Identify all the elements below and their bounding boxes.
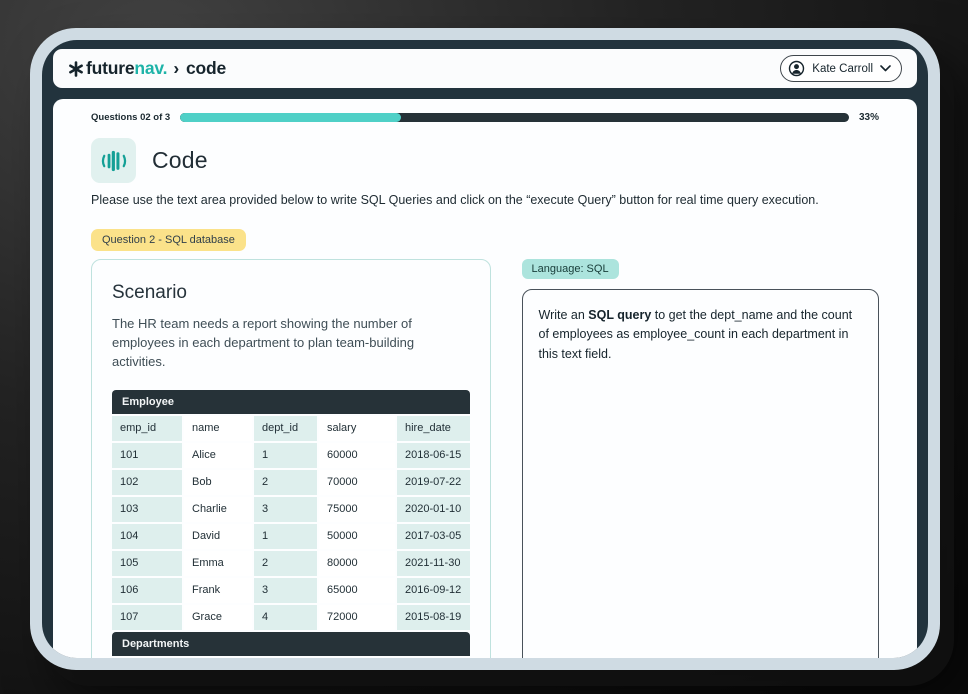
table-row-cell: David xyxy=(184,524,252,549)
table-row-cell: 101 xyxy=(112,443,182,468)
table-row-cell: 104 xyxy=(112,524,182,549)
table-row-cell: 106 xyxy=(112,578,182,603)
table-row-cell: 2016-09-12 xyxy=(397,578,470,603)
table-title: Employee xyxy=(112,390,470,414)
table-row-cell: 1 xyxy=(254,524,317,549)
user-name: Kate Carroll xyxy=(812,63,873,75)
departments-table: Departmentsdept_iddept_name1HR xyxy=(112,632,470,658)
table-header-cell: hire_date xyxy=(397,416,470,441)
asterisk-logo-icon xyxy=(68,61,84,77)
editor-prompt-prefix: Write an xyxy=(539,308,589,322)
table-row-cell: 2017-03-05 xyxy=(397,524,470,549)
sql-query-textarea[interactable]: Write an SQL query to get the dept_name … xyxy=(522,289,880,658)
two-column-layout: Scenario The HR team needs a report show… xyxy=(91,259,879,658)
table-header-cell: name xyxy=(184,416,252,441)
editor-column: Language: SQL Write an SQL query to get … xyxy=(522,259,880,658)
table-header-cell: emp_id xyxy=(112,416,182,441)
table-row-cell: 72000 xyxy=(319,605,395,630)
table-row-cell: 2015-08-19 xyxy=(397,605,470,630)
table-row-cell: Grace xyxy=(184,605,252,630)
table-row-cell: 2018-06-15 xyxy=(397,443,470,468)
table-row-cell: Emma xyxy=(184,551,252,576)
table-title: Departments xyxy=(112,632,470,656)
content-panel: Questions 02 of 3 33% xyxy=(53,99,917,658)
table-row-cell: 80000 xyxy=(319,551,395,576)
instruction-text: Please use the text area provided below … xyxy=(91,193,879,207)
table-row-cell: Frank xyxy=(184,578,252,603)
brand-accent: nav. xyxy=(134,58,167,79)
table-header-cell: salary xyxy=(319,416,395,441)
language-badge: Language: SQL xyxy=(522,259,619,279)
employee-table: Employeeemp_idnamedept_idsalaryhire_date… xyxy=(112,390,470,630)
app-screen: futurenav. › code Kate Carroll Quest xyxy=(42,40,928,658)
table-row-cell: 103 xyxy=(112,497,182,522)
progress-percent: 33% xyxy=(859,112,879,123)
table-row-cell: 3 xyxy=(254,497,317,522)
table-row-cell: 60000 xyxy=(319,443,395,468)
table-row-cell: 102 xyxy=(112,470,182,495)
editor-prompt-bold: SQL query xyxy=(588,308,651,322)
table-row-cell: 105 xyxy=(112,551,182,576)
table-row-cell: 65000 xyxy=(319,578,395,603)
progress-bar-fill xyxy=(180,113,401,122)
progress-label: Questions 02 of 3 xyxy=(91,112,170,123)
brand-product: code xyxy=(186,58,226,79)
code-globe-icon xyxy=(91,138,136,183)
table-row-cell: Alice xyxy=(184,443,252,468)
scenario-card: Scenario The HR team needs a report show… xyxy=(91,259,491,658)
brand-prefix: future xyxy=(86,58,134,79)
device-frame: futurenav. › code Kate Carroll Quest xyxy=(30,28,940,670)
table-row-cell: 107 xyxy=(112,605,182,630)
table-row-cell: 2021-11-30 xyxy=(397,551,470,576)
table-row-cell: 2019-07-22 xyxy=(397,470,470,495)
chevron-down-icon xyxy=(880,65,891,72)
table-row-cell: 2 xyxy=(254,470,317,495)
table-row-cell: 3 xyxy=(254,578,317,603)
table-row-cell: 4 xyxy=(254,605,317,630)
user-menu-button[interactable]: Kate Carroll xyxy=(780,55,902,82)
scenario-title: Scenario xyxy=(112,282,470,304)
top-bar: futurenav. › code Kate Carroll xyxy=(53,49,917,88)
table-row-cell: 50000 xyxy=(319,524,395,549)
table-row-cell: Bob xyxy=(184,470,252,495)
progress-section: Questions 02 of 3 33% xyxy=(91,112,879,123)
table-row-cell: 2 xyxy=(254,551,317,576)
table-grid: emp_idnamedept_idsalaryhire_date 101Alice… xyxy=(112,416,470,630)
table-row-cell: Charlie xyxy=(184,497,252,522)
table-row-cell: 1 xyxy=(254,443,317,468)
table-header-cell: dept_id xyxy=(254,416,317,441)
question-badge: Question 2 - SQL database xyxy=(91,229,246,251)
scenario-description: The HR team needs a report showing the n… xyxy=(112,315,470,372)
table-row-cell: 75000 xyxy=(319,497,395,522)
brand-logo: futurenav. › code xyxy=(68,58,226,79)
page-title: Code xyxy=(152,147,208,174)
table-row-cell: 70000 xyxy=(319,470,395,495)
progress-bar xyxy=(180,113,849,122)
breadcrumb-separator: › xyxy=(173,58,179,79)
table-row-cell: 2020-01-10 xyxy=(397,497,470,522)
page-header: Code xyxy=(91,138,879,183)
user-avatar-icon xyxy=(788,60,805,77)
